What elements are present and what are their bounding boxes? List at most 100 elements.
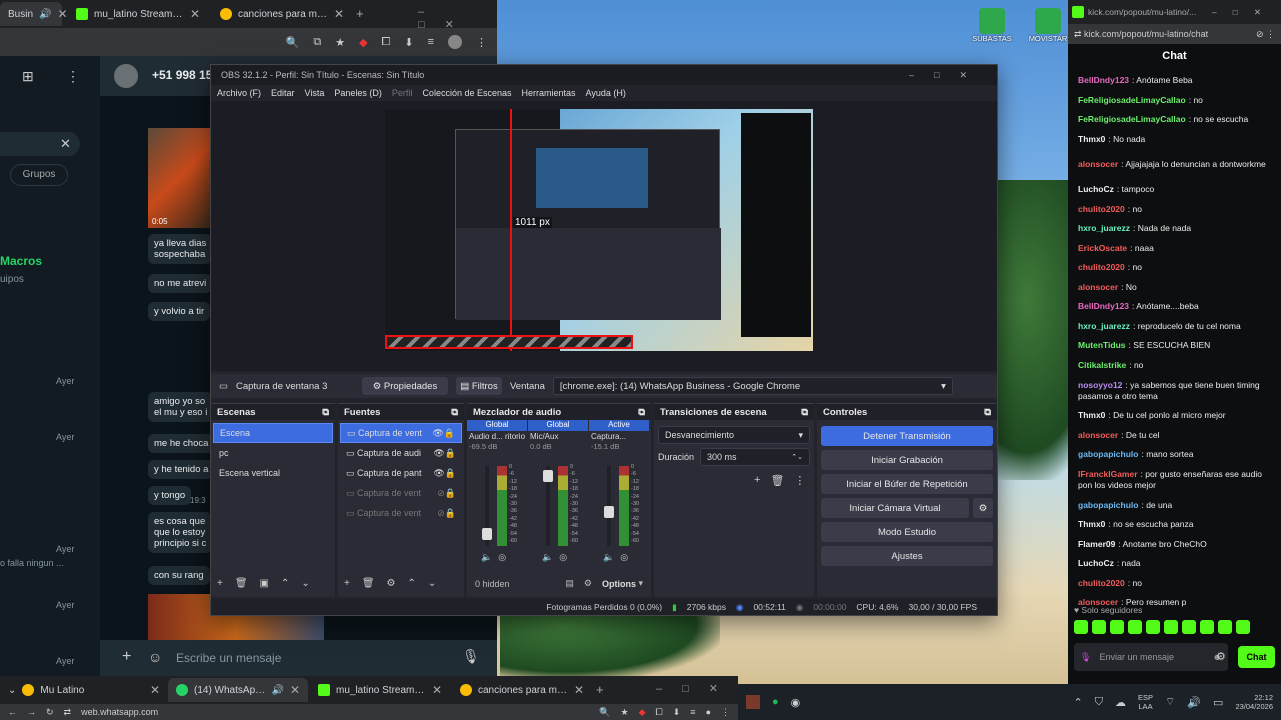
download-icon[interactable]: ⬇: [673, 707, 681, 718]
chat-username[interactable]: ErickOscate: [1078, 243, 1127, 253]
menu-archivo[interactable]: Archivo (F): [217, 88, 261, 98]
close-icon[interactable]: ✕: [290, 683, 300, 697]
tab-whatsapp[interactable]: Busin 🔊 ✕: [0, 2, 68, 26]
layout-icon[interactable]: ▤: [565, 578, 574, 589]
filters-button[interactable]: ▤ Filtros: [455, 377, 502, 395]
menu-coleccion[interactable]: Colección de Escenas: [422, 88, 511, 98]
language-indicator[interactable]: ESP LAA: [1138, 693, 1153, 711]
window-controls[interactable]: –□✕: [1212, 7, 1277, 18]
source-item[interactable]: ▭ Captura de vent ⊘ 🔒: [340, 503, 462, 523]
virtual-camera-settings-button[interactable]: ⚙: [973, 498, 993, 518]
chat-username[interactable]: MutenTidus: [1078, 340, 1126, 350]
monitor-icon[interactable]: ◎: [620, 552, 628, 563]
desktop-icon-subastas[interactable]: SUBASTAS: [972, 8, 1012, 43]
menu-herramientas[interactable]: Herramientas: [522, 88, 576, 98]
menu-icon[interactable]: ⋮: [721, 707, 730, 718]
chat-username[interactable]: chulito2020: [1078, 262, 1125, 272]
speaker-icon[interactable]: 🔈: [481, 552, 492, 563]
menu-paneles[interactable]: Paneles (D): [334, 88, 382, 98]
cloud-icon[interactable]: ☁: [1115, 696, 1126, 709]
options-button[interactable]: Options: [602, 579, 636, 589]
add-icon[interactable]: +: [754, 474, 760, 487]
trash-icon[interactable]: 🗑: [770, 474, 784, 487]
shield-icon[interactable]: ⛉: [1095, 696, 1103, 709]
chat-username[interactable]: chulito2020: [1078, 204, 1125, 214]
menu-perfil[interactable]: Perfil: [392, 88, 413, 98]
menu-icon[interactable]: ⋮: [1266, 29, 1275, 40]
scene-item[interactable]: Escena: [213, 423, 333, 443]
down-icon[interactable]: ⌄: [428, 578, 436, 589]
site-info-icon[interactable]: ⇄: [1074, 29, 1084, 40]
emote-icon[interactable]: [1146, 620, 1160, 634]
lock-icon[interactable]: 🔒: [445, 508, 456, 519]
emote-icon[interactable]: [1218, 620, 1232, 634]
preview-area[interactable]: 1011 px: [211, 101, 997, 371]
chat-username[interactable]: BellDndy123: [1078, 75, 1129, 85]
stop-streaming-button[interactable]: Detener Transmisión: [821, 426, 993, 446]
volume-knob[interactable]: [604, 506, 614, 518]
emote-icon[interactable]: [1128, 620, 1142, 634]
eye-icon[interactable]: 👁: [432, 428, 443, 439]
chevron-down-icon[interactable]: ⌄: [8, 685, 16, 696]
preview-selection-box[interactable]: [385, 335, 633, 349]
wifi-icon[interactable]: ⌔: [1165, 695, 1175, 709]
replay-buffer-button[interactable]: Iniciar el Búfer de Repetición: [821, 474, 993, 494]
spotify-icon[interactable]: ●: [772, 696, 779, 708]
desktop-icon-movistar[interactable]: MOVISTAR: [1028, 8, 1068, 43]
up-icon[interactable]: ⌃: [408, 578, 416, 589]
extension-icon[interactable]: ◆: [359, 36, 367, 49]
close-icon[interactable]: ✕: [334, 7, 344, 21]
emoji-icon[interactable]: ☺: [148, 649, 162, 665]
eye-off-icon[interactable]: ⊘: [437, 488, 445, 499]
trash-icon[interactable]: 🗑: [235, 578, 248, 589]
puzzle-icon[interactable]: ⧠: [382, 36, 391, 49]
undock-icon[interactable]: ⧉: [638, 407, 645, 418]
chat-username[interactable]: Thmx0: [1078, 410, 1105, 420]
contact-name[interactable]: +51 998 15: [152, 68, 212, 82]
emote-icon[interactable]: [1182, 620, 1196, 634]
spinner-icon[interactable]: ⌃⌄: [791, 453, 803, 461]
studio-mode-button[interactable]: Modo Estudio: [821, 522, 993, 542]
filter-icon[interactable]: ▣: [260, 578, 269, 589]
monitor-icon[interactable]: ◎: [498, 552, 506, 563]
star-icon[interactable]: ★: [621, 707, 629, 718]
url-field[interactable]: kick.com/popout/mu-latino/chat: [1084, 29, 1253, 39]
chat-username[interactable]: LuchoCz: [1078, 558, 1114, 568]
volume-icon[interactable]: 🔊: [1187, 696, 1201, 709]
chat-username[interactable]: nosoyyo12: [1078, 380, 1122, 390]
emote-icon[interactable]: [1200, 620, 1214, 634]
chat-username[interactable]: hxro_juarezz: [1078, 223, 1130, 233]
close-icon[interactable]: ✕: [190, 7, 200, 21]
undock-icon[interactable]: ⧉: [984, 407, 991, 418]
playlist-icon[interactable]: ≡: [428, 36, 434, 48]
channel-name[interactable]: Audio d... ritorio: [467, 431, 527, 442]
add-icon[interactable]: +: [344, 578, 350, 589]
reload-icon[interactable]: ↻: [46, 707, 54, 718]
volume-slider[interactable]: [482, 466, 492, 546]
emote-icon[interactable]: [1110, 620, 1124, 634]
chat-username[interactable]: gabopapichulo: [1078, 500, 1138, 510]
scene-item[interactable]: Escena vertical: [213, 463, 333, 483]
tab-kick[interactable]: mu_latino Stream - Watch ✕: [68, 2, 208, 26]
chat-username[interactable]: Thmx0: [1078, 519, 1105, 529]
tab-label[interactable]: kick.com/popout/mu-latino/...: [1088, 7, 1198, 17]
forward-icon[interactable]: →: [27, 707, 36, 717]
duration-input[interactable]: 300 ms ⌃⌄: [700, 448, 810, 466]
new-chat-icon[interactable]: ⊞: [22, 68, 34, 85]
lock-icon[interactable]: 🔒: [445, 468, 456, 479]
obs-icon[interactable]: ◉: [791, 696, 801, 709]
volume-knob[interactable]: [543, 470, 553, 482]
chat-username[interactable]: alonsocer: [1078, 430, 1118, 440]
transition-select[interactable]: Desvanecimiento ▾: [658, 426, 810, 444]
chat-username[interactable]: FeReligiosadeLimayCallao: [1078, 114, 1186, 124]
chat-settings-gear-icon[interactable]: ⚙: [1216, 650, 1226, 663]
menu-vista[interactable]: Vista: [305, 88, 325, 98]
filter-grupos[interactable]: Grupos: [10, 164, 68, 186]
lock-icon[interactable]: 🔒: [444, 428, 455, 439]
chat-username[interactable]: chulito2020: [1078, 578, 1125, 588]
add-icon[interactable]: +: [217, 578, 223, 589]
settings-button[interactable]: Ajustes: [821, 546, 993, 566]
lock-icon[interactable]: 🔒: [445, 488, 456, 499]
chat-input[interactable]: 🎙 Enviar un mensaje ☻: [1074, 643, 1228, 671]
cast-icon[interactable]: ⧉: [313, 36, 321, 49]
